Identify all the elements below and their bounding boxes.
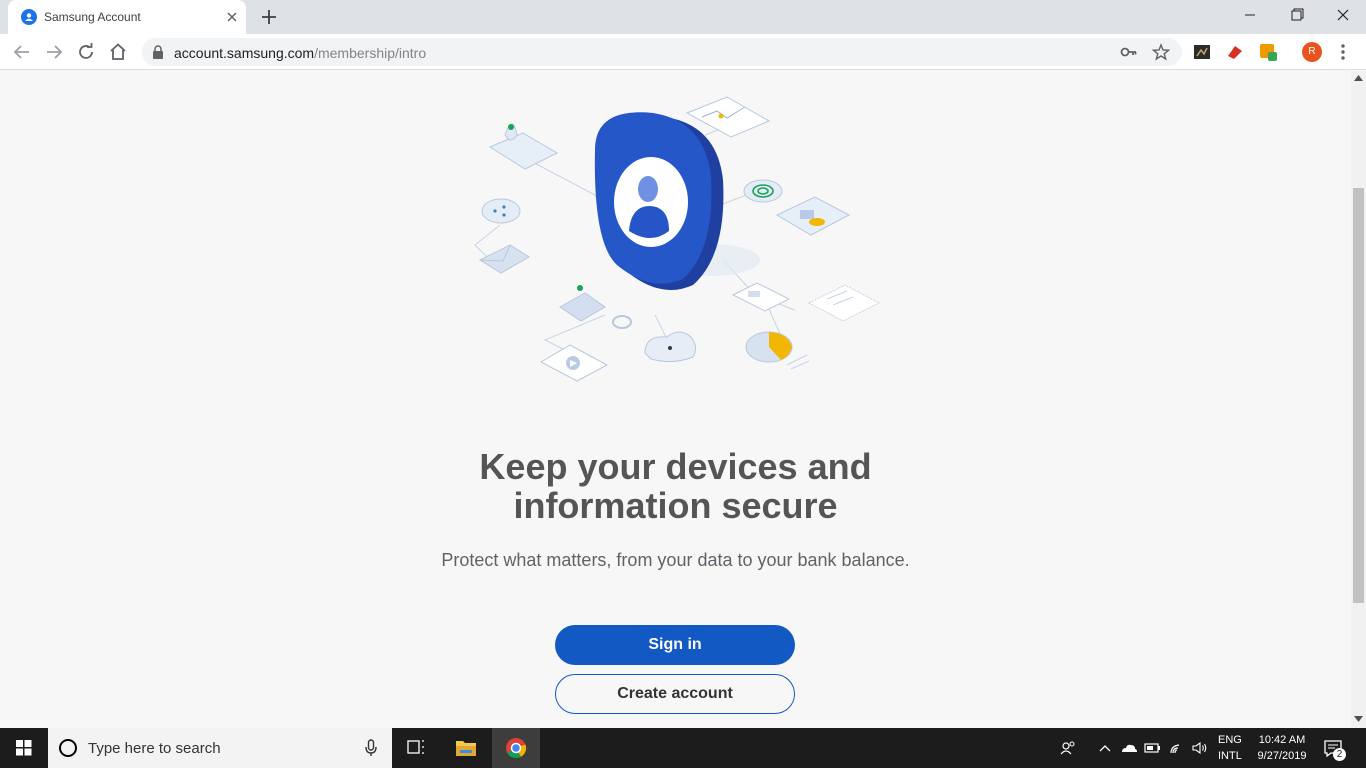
tab-samsung-account[interactable]: Samsung Account [8, 0, 246, 34]
settings-ring-icon [612, 315, 632, 329]
taskbar-search-box[interactable]: Type here to search [48, 728, 392, 768]
account-hero-illustration [474, 96, 881, 382]
url-path: /membership/intro [314, 45, 427, 61]
wifi-icon[interactable] [1167, 738, 1187, 758]
cortana-circle-icon [59, 739, 77, 757]
pay-card-icon [731, 282, 791, 312]
microphone-icon[interactable] [364, 739, 378, 757]
lock-icon[interactable] [152, 45, 164, 59]
page-headline: Keep your devices and information secure [0, 447, 1351, 525]
receipt-card-icon [807, 284, 881, 322]
clock-date: 9/27/2019 [1257, 750, 1307, 762]
url-host: account.samsung.com [174, 45, 315, 61]
reload-icon[interactable] [74, 40, 98, 64]
page-scrollbar[interactable] [1351, 71, 1366, 728]
create-account-button[interactable]: Create account [555, 674, 795, 714]
window-close-icon[interactable] [1330, 4, 1356, 26]
extension-2-icon[interactable] [1225, 42, 1245, 62]
taskbar-search-placeholder: Type here to search [88, 740, 221, 757]
envelope-card-icon [478, 244, 530, 274]
url-text[interactable]: account.samsung.com/membership/intro [174, 45, 426, 61]
new-tab-plus-icon[interactable] [258, 6, 280, 28]
battery-icon[interactable] [1143, 738, 1163, 758]
page-subtext: Protect what matters, from your data to … [441, 550, 910, 570]
lang-line-1: ENG [1218, 734, 1242, 746]
onedrive-cloud-icon[interactable] [1119, 738, 1139, 758]
browser-toolbar: account.samsung.com/membership/intro R [0, 34, 1366, 70]
tab-close-icon[interactable] [223, 8, 241, 26]
headline-line-2: information secure [513, 485, 838, 526]
scrollbar-thumb[interactable] [1353, 188, 1364, 603]
file-explorer-icon[interactable] [442, 728, 490, 768]
window-minimize-icon[interactable] [1237, 4, 1263, 26]
samsung-account-shield-icon [594, 112, 760, 290]
map-pin-card-icon [488, 123, 559, 170]
bookmark-star-icon[interactable] [1152, 43, 1170, 61]
pie-chart-card-icon [745, 331, 810, 370]
extension-1-icon[interactable] [1192, 42, 1212, 62]
share-bubble-icon [481, 198, 521, 224]
fingerprint-icon [743, 179, 783, 203]
payment-card-icon [775, 196, 851, 236]
kebab-menu-icon[interactable] [1335, 41, 1351, 63]
tab-strip: Samsung Account [0, 0, 1366, 34]
chrome-taskbar-icon[interactable] [492, 728, 540, 768]
profile-avatar[interactable]: R [1302, 42, 1322, 62]
home-icon[interactable] [106, 40, 130, 64]
key-icon[interactable] [1120, 44, 1138, 60]
window-restore-icon[interactable] [1284, 4, 1310, 26]
lang-line-2: INTL [1218, 750, 1242, 762]
volume-icon[interactable] [1190, 738, 1210, 758]
video-card-icon [539, 344, 609, 382]
tab-title: Samsung Account [44, 10, 141, 24]
windows-taskbar: Type here to search ENG INTL 10:42 AM 9/… [0, 728, 1366, 768]
sign-in-button[interactable]: Sign in [555, 625, 795, 665]
forward-arrow-icon[interactable] [42, 40, 66, 64]
task-view-icon[interactable] [392, 728, 440, 768]
show-hidden-icons-chevron-icon[interactable] [1095, 738, 1115, 758]
headline-line-1: Keep your devices and [479, 446, 872, 487]
samsung-account-favicon-icon [21, 9, 37, 25]
windows-start-icon[interactable] [0, 728, 48, 768]
cloud-card-icon [644, 331, 697, 363]
page-content: Keep your devices and information secure… [0, 71, 1351, 728]
clock-time: 10:42 AM [1258, 734, 1306, 746]
address-bar[interactable]: account.samsung.com/membership/intro [142, 38, 1182, 66]
scroll-down-arrow-icon[interactable] [1354, 716, 1363, 722]
scroll-up-arrow-icon[interactable] [1354, 75, 1363, 81]
people-icon[interactable] [1058, 738, 1078, 758]
back-arrow-icon[interactable] [10, 40, 34, 64]
taskbar-clock[interactable]: 10:42 AM 9/27/2019 [1254, 732, 1310, 764]
photo-card-icon [559, 285, 606, 322]
input-language-indicator[interactable]: ENG INTL [1218, 732, 1242, 764]
notification-count-badge: 2 [1333, 748, 1346, 761]
extension-3-icon[interactable] [1258, 42, 1278, 62]
